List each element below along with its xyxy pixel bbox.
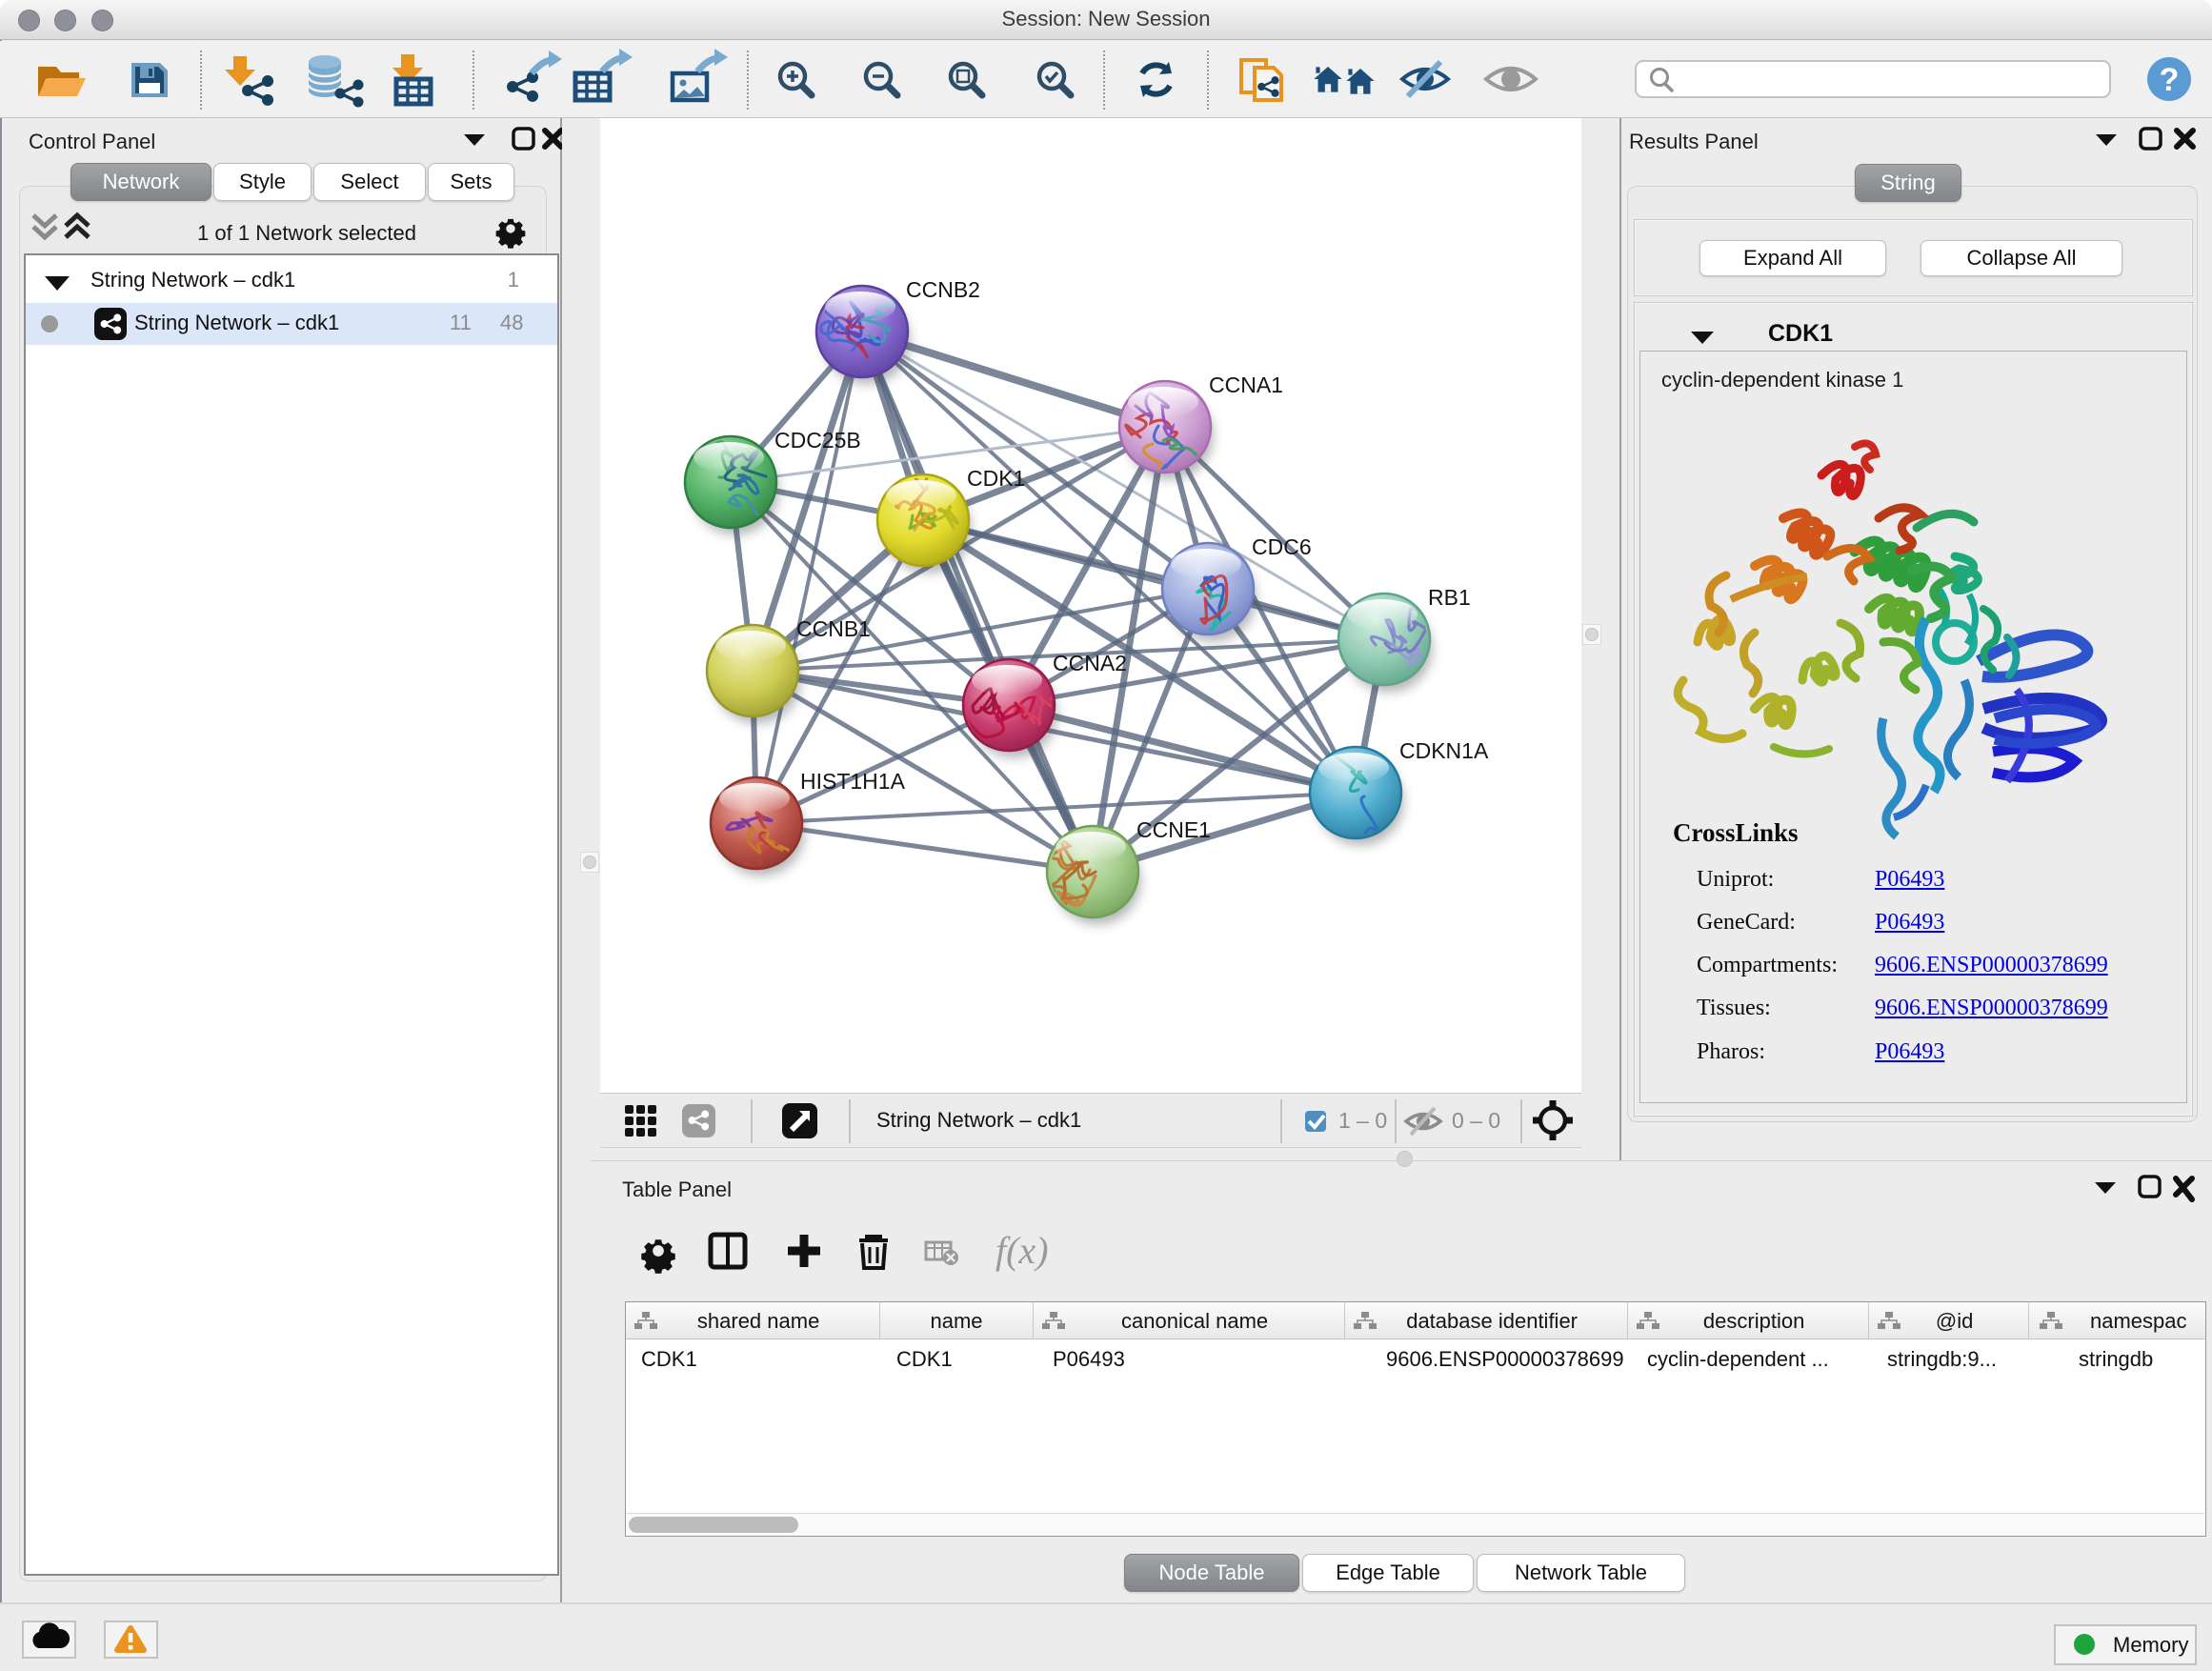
svg-text:CCNB2: CCNB2 (906, 277, 980, 302)
svg-text:f(x): f(x) (995, 1229, 1049, 1272)
svg-text:CCNB1: CCNB1 (796, 616, 871, 641)
svg-text:CDKN1A: CDKN1A (1399, 738, 1489, 763)
svg-text:CDC25B: CDC25B (774, 428, 861, 453)
svg-text:CDK1: CDK1 (967, 466, 1025, 491)
svg-text:RB1: RB1 (1428, 585, 1471, 610)
svg-text:CCNE1: CCNE1 (1136, 817, 1211, 842)
svg-text:?: ? (2160, 62, 2180, 98)
svg-text:HIST1H1A: HIST1H1A (800, 769, 906, 794)
svg-text:CDC6: CDC6 (1252, 534, 1312, 559)
svg-text:CCNA2: CCNA2 (1053, 651, 1127, 675)
svg-text:CCNA1: CCNA1 (1209, 372, 1283, 397)
svg-text:Memory: Memory (2113, 1633, 2188, 1657)
